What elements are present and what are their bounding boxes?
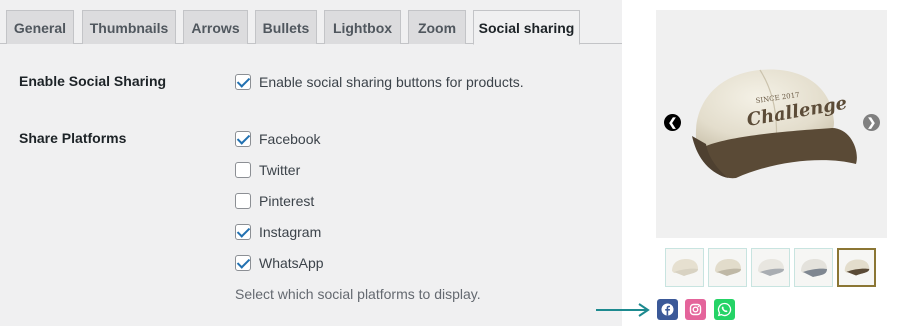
app-root: General Thumbnails Arrows Bullets Lightb… [0,0,898,326]
enable-sharing-label: Enable Social Sharing [19,73,167,89]
product-preview-image: SINCE 2017 Challenge ❮ ❯ [656,10,887,238]
facebook-checkbox-label: Facebook [259,131,321,147]
enable-sharing-row[interactable]: Enable social sharing buttons for produc… [235,73,524,91]
whatsapp-checkbox-label: WhatsApp [259,255,324,271]
platform-option-instagram[interactable]: Instagram [235,223,321,241]
facebook-checkbox[interactable] [235,131,251,147]
tab-arrows[interactable]: Arrows [183,10,248,44]
tab-thumbnails[interactable]: Thumbnails [82,10,176,44]
thumbnail-item[interactable] [665,248,704,287]
platform-option-whatsapp[interactable]: WhatsApp [235,254,324,272]
share-platforms-help: Select which social platforms to display… [235,286,481,302]
cap-image: SINCE 2017 Challenge [692,69,857,179]
next-image-button[interactable]: ❯ [863,114,880,131]
whatsapp-checkbox[interactable] [235,255,251,271]
thumbnail-item[interactable] [794,248,833,287]
pinterest-checkbox[interactable] [235,193,251,209]
share-platforms-label: Share Platforms [19,130,127,146]
tab-lightbox[interactable]: Lightbox [324,10,401,44]
settings-panel: General Thumbnails Arrows Bullets Lightb… [0,0,622,326]
tab-general[interactable]: General [6,10,74,44]
enable-sharing-checkbox[interactable] [235,74,251,90]
prev-image-button[interactable]: ❮ [664,114,681,131]
tab-social-sharing[interactable]: Social sharing [473,10,580,45]
platform-option-pinterest[interactable]: Pinterest [235,192,314,210]
facebook-share-icon[interactable] [657,299,678,320]
thumbnail-item[interactable] [751,248,790,287]
twitter-checkbox-label: Twitter [259,162,301,178]
instagram-checkbox[interactable] [235,224,251,240]
thumbnail-strip [665,248,877,288]
pointer-arrow-icon [596,303,650,317]
whatsapp-share-icon[interactable] [714,299,735,320]
tab-bar: General Thumbnails Arrows Bullets Lightb… [0,0,622,45]
twitter-checkbox[interactable] [235,162,251,178]
platform-option-facebook[interactable]: Facebook [235,130,320,148]
instagram-share-icon[interactable] [685,299,706,320]
tab-zoom[interactable]: Zoom [408,10,466,44]
enable-sharing-checkbox-label: Enable social sharing buttons for produc… [259,74,524,90]
pinterest-checkbox-label: Pinterest [259,193,315,209]
tab-bullets[interactable]: Bullets [255,10,317,44]
platform-option-twitter[interactable]: Twitter [235,161,300,179]
instagram-checkbox-label: Instagram [259,224,322,240]
thumbnail-item-active[interactable] [837,248,876,287]
thumbnail-item[interactable] [708,248,747,287]
